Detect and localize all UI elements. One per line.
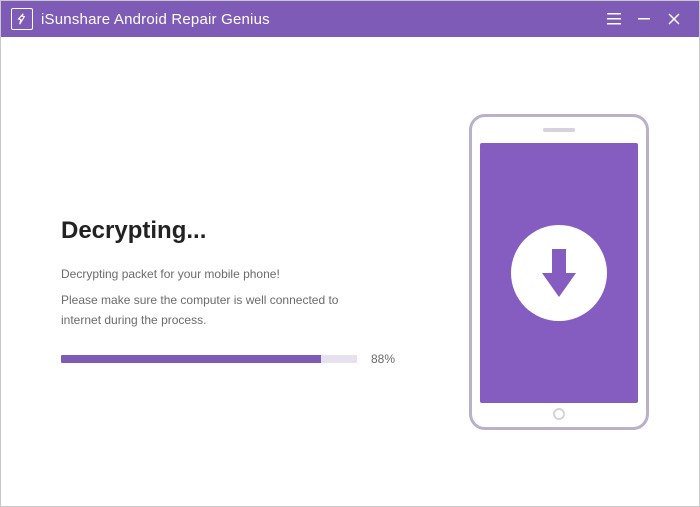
- status-line-2: Please make sure the computer is well co…: [61, 291, 381, 329]
- app-icon: [11, 8, 33, 30]
- download-arrow-icon: [534, 245, 584, 301]
- progress-percent-label: 88%: [371, 352, 395, 366]
- app-window: iSunshare Android Repair Genius Decrypti…: [0, 0, 700, 507]
- titlebar: iSunshare Android Repair Genius: [1, 1, 699, 37]
- minimize-button[interactable]: [629, 1, 659, 37]
- app-title: iSunshare Android Repair Genius: [41, 11, 270, 28]
- phone-home-button: [553, 408, 565, 420]
- illustration-panel: [449, 77, 669, 466]
- status-panel: Decrypting... Decrypting packet for your…: [61, 77, 449, 466]
- phone-screen: [480, 143, 638, 403]
- status-heading: Decrypting...: [61, 217, 419, 245]
- close-icon: [668, 13, 680, 25]
- download-badge: [511, 225, 607, 321]
- menu-button[interactable]: [599, 1, 629, 37]
- menu-icon: [607, 13, 621, 25]
- close-button[interactable]: [659, 1, 689, 37]
- content-area: Decrypting... Decrypting packet for your…: [1, 37, 699, 506]
- status-line-1: Decrypting packet for your mobile phone!: [61, 267, 419, 281]
- phone-speaker: [543, 128, 575, 132]
- progress-row: 88%: [61, 352, 419, 366]
- minimize-icon: [638, 13, 650, 25]
- progress-fill: [61, 355, 321, 363]
- phone-illustration: [469, 114, 649, 430]
- progress-bar: [61, 355, 357, 363]
